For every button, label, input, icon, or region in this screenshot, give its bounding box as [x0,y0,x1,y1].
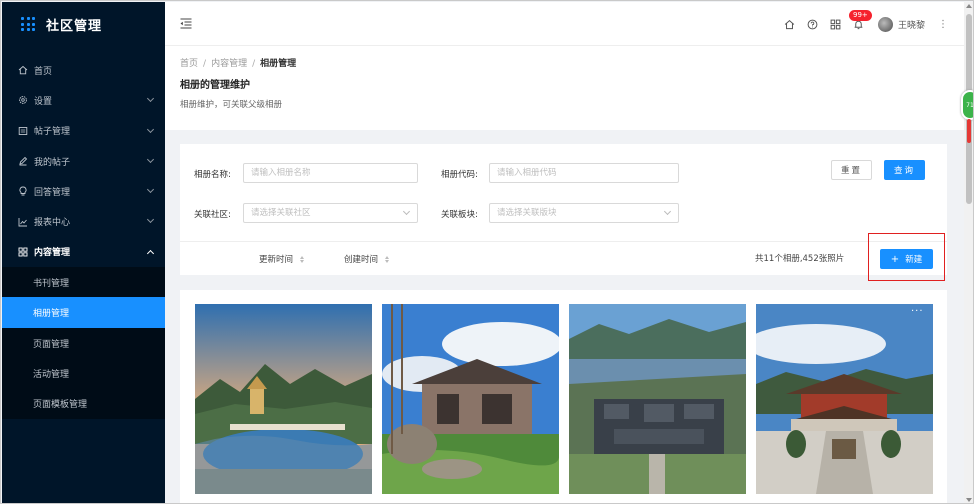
photo-temple-hall[interactable] [756,304,933,494]
album-summary: 共11个相册,452张照片 [755,254,845,264]
notification-bell-icon[interactable]: 99+ [848,9,872,30]
search-button[interactable]: 查询 [884,160,925,180]
app-window: 社区管理 首页 设置 帖子管理 我的帖子 回答管理 报表中心 内容管理 书刊管理… [0,0,974,504]
sidebar-item-label: 报表中心 [34,218,71,229]
more-vertical-icon[interactable]: ⋮ [938,19,948,30]
album-code-input[interactable]: 请输入相册代码 [489,163,679,183]
edit-icon [18,156,28,166]
breadcrumb-separator: / [203,59,207,69]
board-select[interactable]: 请选择关联版块 [489,203,679,223]
sidebar-item-content[interactable]: 内容管理 [2,237,165,267]
post-icon [18,126,28,136]
sidebar-item-home[interactable]: 首页 [2,55,165,85]
board-label: 关联板块: [441,210,478,220]
home-icon[interactable] [784,19,795,30]
sort-create-time[interactable]: 创建时间 [344,253,389,265]
sort-create-label: 创建时间 [344,255,379,265]
sidebar-item-label: 设置 [34,96,53,107]
sidebar-menu: 首页 设置 帖子管理 我的帖子 回答管理 报表中心 内容管理 书刊管理 相册管理… [2,55,165,420]
floating-widget[interactable]: 71 [961,90,973,120]
album-name-input[interactable]: 请输入相册名称 [243,163,418,183]
reset-button[interactable]: 重置 [831,160,872,180]
board-select-placeholder: 请选择关联版块 [497,208,557,218]
sort-update-label: 更新时间 [259,255,294,265]
chevron-down-icon [146,186,155,194]
username[interactable]: 王晓黎 [898,18,925,31]
menu-fold-icon[interactable] [180,18,192,29]
sidebar-subitem-books[interactable]: 书刊管理 [2,267,165,297]
sidebar-subitem-albums[interactable]: 相册管理 [2,297,165,328]
apps-icon [18,247,28,257]
notification-badge: 99+ [848,9,872,21]
photo-more-icon[interactable]: ··· [911,306,924,317]
filter-divider [180,241,947,242]
community-select[interactable]: 请选择关联社区 [243,203,418,223]
page-header: 首页 / 内容管理 / 相册管理 相册的管理维护 相册维护，可关联父级相册 [165,46,964,130]
avatar[interactable] [877,16,893,32]
breadcrumb: 首页 / 内容管理 / 相册管理 [180,56,296,69]
sort-caret-icon [384,255,389,263]
chevron-up-icon [146,249,155,257]
app-title: 社区管理 [46,18,103,34]
page-scrollbar[interactable] [964,2,973,503]
community-select-placeholder: 请选择关联社区 [251,208,311,218]
breadcrumb-current: 相册管理 [260,59,297,69]
sidebar-item-label: 帖子管理 [34,127,71,138]
scroll-up-arrow-icon[interactable] [966,4,972,8]
sort-caret-icon [299,255,304,263]
photo-lake-temple[interactable] [195,304,372,494]
chevron-down-icon [402,207,411,216]
chart-icon [18,217,28,227]
page-title: 相册的管理维护 [180,80,250,91]
sidebar-subitem-activities[interactable]: 活动管理 [2,358,165,388]
sort-update-time[interactable]: 更新时间 [259,253,304,265]
sidebar: 社区管理 首页 设置 帖子管理 我的帖子 回答管理 报表中心 内容管理 书刊管理… [2,2,165,503]
grid-logo-icon [21,17,35,31]
sidebar-subitem-pages[interactable]: 页面管理 [2,328,165,358]
help-icon[interactable] [807,19,818,30]
sidebar-item-reports[interactable]: 报表中心 [2,206,165,236]
chevron-down-icon [146,95,155,103]
photo-aerial-complex[interactable] [569,304,746,494]
sidebar-item-answers[interactable]: 回答管理 [2,176,165,206]
album-code-label: 相册代码: [441,170,478,180]
chevron-down-icon [146,125,155,133]
apps-icon[interactable] [830,19,841,30]
highlight-box [868,233,945,281]
floating-widget-tail [967,119,971,143]
breadcrumb-parent[interactable]: 内容管理 [211,59,247,69]
header-actions: 99+ 王晓黎 ⋮ [772,2,948,46]
logo[interactable]: 社区管理 [2,2,165,46]
chevron-down-icon [663,207,672,216]
sidebar-item-label: 我的帖子 [34,157,71,168]
sidebar-item-posts[interactable]: 帖子管理 [2,116,165,146]
chevron-down-icon [146,155,155,163]
breadcrumb-separator: / [252,59,256,69]
photo-courtyard-house[interactable] [382,304,559,494]
community-label: 关联社区: [194,210,231,220]
sidebar-item-my-posts[interactable]: 我的帖子 [2,146,165,176]
sidebar-item-label: 内容管理 [34,248,71,259]
breadcrumb-home[interactable]: 首页 [180,59,198,69]
bulb-icon [18,186,28,196]
sidebar-item-label: 回答管理 [34,187,71,198]
chevron-down-icon [146,216,155,224]
home-icon [18,65,28,75]
sidebar-item-settings[interactable]: 设置 [2,85,165,115]
gear-icon [18,95,28,105]
album-name-label: 相册名称: [194,170,231,180]
scroll-down-arrow-icon[interactable] [966,498,972,502]
content-submenu: 书刊管理 相册管理 页面管理 活动管理 页面模板管理 [2,267,165,420]
top-header: 99+ 王晓黎 ⋮ [165,2,964,46]
page-description: 相册维护，可关联父级相册 [180,100,283,110]
sidebar-subitem-page-templates[interactable]: 页面模板管理 [2,389,165,419]
sidebar-item-label: 首页 [34,66,53,77]
